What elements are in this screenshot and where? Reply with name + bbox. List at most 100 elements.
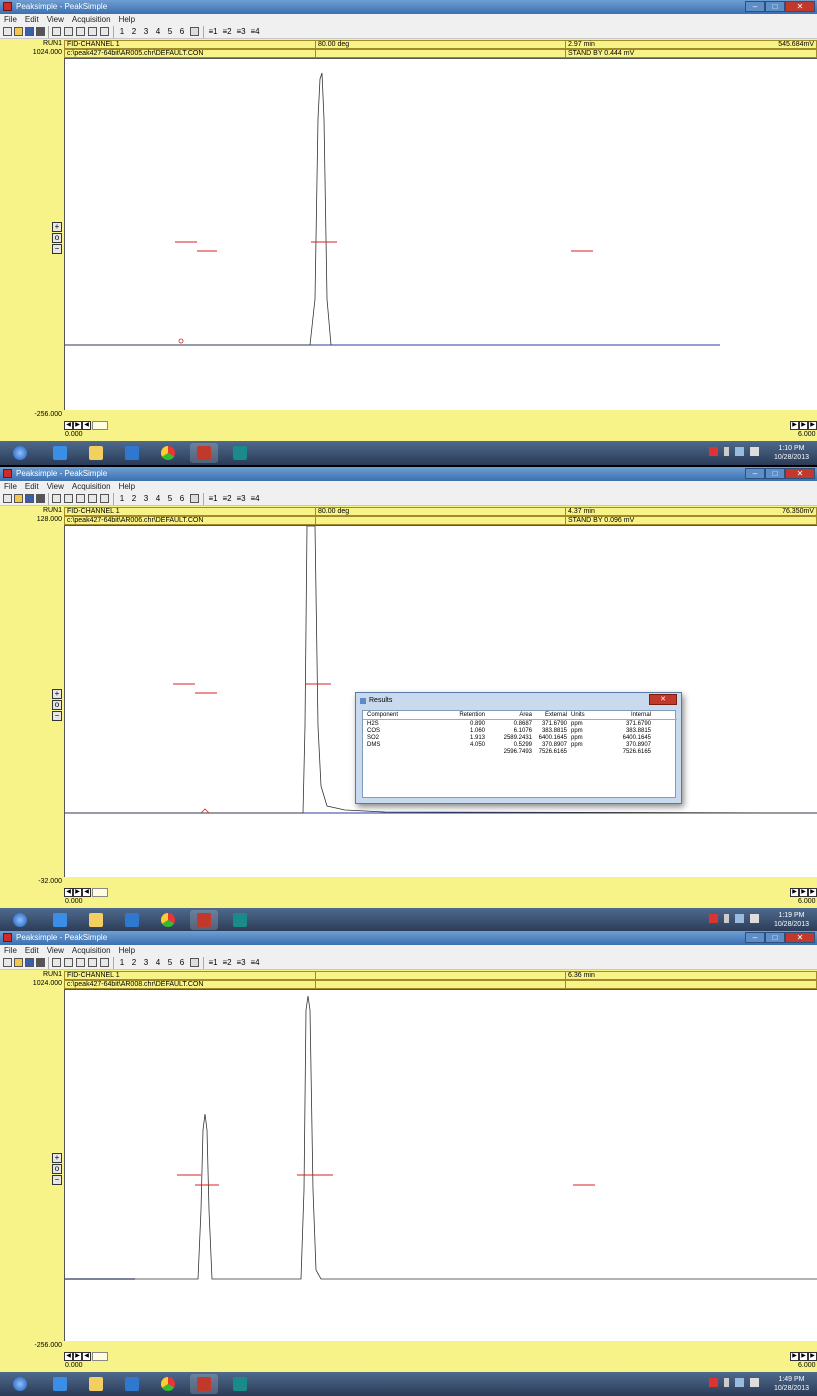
components-icon[interactable] bbox=[88, 958, 97, 967]
scroll-end2-icon[interactable]: ▶ bbox=[808, 421, 817, 430]
scroll-start-icon[interactable]: ◀ bbox=[64, 888, 73, 897]
scrollbar-thumb[interactable] bbox=[92, 421, 108, 430]
clock[interactable]: 1:19 PM 10/28/2013 bbox=[774, 911, 809, 929]
network-icon[interactable] bbox=[735, 447, 744, 456]
save-icon[interactable] bbox=[25, 27, 34, 36]
toolbar-number-3[interactable]: 3 bbox=[142, 494, 150, 504]
start-orb-icon[interactable] bbox=[6, 910, 34, 930]
channel-4-button[interactable]: ≡4 bbox=[250, 958, 260, 968]
toolbar-number-6[interactable]: 6 bbox=[178, 494, 186, 504]
start-orb-icon[interactable] bbox=[6, 1374, 34, 1394]
chromatogram-plot[interactable] bbox=[64, 989, 817, 1341]
toolbar-number-6[interactable]: 6 bbox=[178, 958, 186, 968]
open-folder-icon[interactable] bbox=[14, 494, 23, 503]
toolbar-number-4[interactable]: 4 bbox=[154, 27, 162, 37]
zoom-reset-icon[interactable]: o bbox=[52, 1164, 62, 1174]
toolbar-number-3[interactable]: 3 bbox=[142, 958, 150, 968]
menu-acquisition[interactable]: Acquisition bbox=[68, 14, 115, 24]
menu-edit[interactable]: Edit bbox=[21, 481, 43, 491]
zoom-in-icon[interactable]: + bbox=[52, 222, 62, 232]
scroll-forward-icon[interactable]: ▶ bbox=[790, 1352, 799, 1361]
toolbar-number-4[interactable]: 4 bbox=[154, 494, 162, 504]
explorer-icon[interactable] bbox=[82, 443, 110, 463]
toolbar-number-1[interactable]: 1 bbox=[118, 27, 126, 37]
ie-icon[interactable] bbox=[46, 910, 74, 930]
clock[interactable]: 1:10 PM 10/28/2013 bbox=[774, 444, 809, 462]
channel-2-button[interactable]: ≡2 bbox=[222, 494, 232, 504]
menu-edit[interactable]: Edit bbox=[21, 14, 43, 24]
toolbar-number-1[interactable]: 1 bbox=[118, 494, 126, 504]
results-table-icon[interactable] bbox=[76, 27, 85, 36]
open-folder-icon[interactable] bbox=[14, 958, 23, 967]
channel-4-button[interactable]: ≡4 bbox=[250, 494, 260, 504]
start-orb-icon[interactable] bbox=[6, 443, 34, 463]
maximize-icon[interactable]: □ bbox=[765, 932, 785, 943]
calibration-icon[interactable] bbox=[100, 27, 109, 36]
calibration-icon[interactable] bbox=[100, 958, 109, 967]
chromatogram-plot[interactable] bbox=[64, 58, 817, 410]
toolbar-number-6[interactable]: 6 bbox=[178, 27, 186, 37]
close-icon[interactable]: ✕ bbox=[785, 1, 815, 12]
peaksimple-icon[interactable] bbox=[190, 443, 218, 463]
channel-2-button[interactable]: ≡2 bbox=[222, 958, 232, 968]
scroll-play-icon[interactable]: ▶ bbox=[73, 888, 82, 897]
peaksimple-icon[interactable] bbox=[190, 910, 218, 930]
zoom-in-icon[interactable]: + bbox=[52, 1153, 62, 1163]
action-center-flag-icon[interactable] bbox=[709, 1378, 718, 1387]
new-file-icon[interactable] bbox=[3, 27, 12, 36]
scroll-end-icon[interactable]: ▶ bbox=[799, 421, 808, 430]
calibration-icon[interactable] bbox=[100, 494, 109, 503]
print-icon[interactable] bbox=[52, 958, 61, 967]
chrome-icon[interactable] bbox=[154, 910, 182, 930]
zoom-in-icon[interactable]: + bbox=[52, 689, 62, 699]
open-folder-icon[interactable] bbox=[14, 27, 23, 36]
peaksimple-icon[interactable] bbox=[190, 1374, 218, 1394]
volume-icon[interactable] bbox=[750, 914, 759, 923]
network-icon[interactable] bbox=[735, 1378, 744, 1387]
channel-2-button[interactable]: ≡2 bbox=[222, 27, 232, 37]
maximize-icon[interactable]: □ bbox=[765, 1, 785, 12]
toolbar-number-5[interactable]: 5 bbox=[166, 494, 174, 504]
results-dialog[interactable]: Results ✕ Component Retention Area Exter… bbox=[355, 692, 682, 804]
results-table-icon[interactable] bbox=[76, 494, 85, 503]
menu-help[interactable]: Help bbox=[115, 945, 139, 955]
toolbar-number-5[interactable]: 5 bbox=[166, 27, 174, 37]
show-hidden-icon[interactable] bbox=[724, 914, 729, 923]
results-close-icon[interactable]: ✕ bbox=[649, 694, 677, 705]
volume-icon[interactable] bbox=[750, 1378, 759, 1387]
print-setup-icon[interactable] bbox=[36, 494, 45, 503]
ie-icon[interactable] bbox=[46, 443, 74, 463]
scroll-back-icon[interactable]: ◀ bbox=[82, 888, 91, 897]
results-table-icon[interactable] bbox=[76, 958, 85, 967]
menu-file[interactable]: File bbox=[0, 945, 21, 955]
channel-1-button[interactable]: ≡1 bbox=[208, 27, 218, 37]
components-icon[interactable] bbox=[88, 27, 97, 36]
minimize-icon[interactable]: – bbox=[745, 932, 765, 943]
integration-icon[interactable] bbox=[64, 958, 73, 967]
scroll-end2-icon[interactable]: ▶ bbox=[808, 888, 817, 897]
minimize-icon[interactable]: – bbox=[745, 1, 765, 12]
channel-4-button[interactable]: ≡4 bbox=[250, 27, 260, 37]
chrome-icon[interactable] bbox=[154, 1374, 182, 1394]
action-center-flag-icon[interactable] bbox=[709, 914, 718, 923]
menu-file[interactable]: File bbox=[0, 481, 21, 491]
close-icon[interactable]: ✕ bbox=[785, 932, 815, 943]
scroll-start-icon[interactable]: ◀ bbox=[64, 421, 73, 430]
toolbar-number-5[interactable]: 5 bbox=[166, 958, 174, 968]
media-player-icon[interactable] bbox=[118, 1374, 146, 1394]
print-icon[interactable] bbox=[52, 27, 61, 36]
zoom-out-icon[interactable]: − bbox=[52, 1175, 62, 1185]
minimize-icon[interactable]: – bbox=[745, 468, 765, 479]
network-icon[interactable] bbox=[735, 914, 744, 923]
scrollbar-thumb[interactable] bbox=[92, 1352, 108, 1361]
publisher-icon[interactable] bbox=[226, 443, 254, 463]
media-player-icon[interactable] bbox=[118, 443, 146, 463]
action-center-flag-icon[interactable] bbox=[709, 447, 718, 456]
menu-acquisition[interactable]: Acquisition bbox=[68, 945, 115, 955]
clock[interactable]: 1:49 PM 10/28/2013 bbox=[774, 1375, 809, 1393]
scroll-play-icon[interactable]: ▶ bbox=[73, 421, 82, 430]
title-bar[interactable]: Peaksimple - PeakSimple – □ ✕ bbox=[0, 931, 817, 945]
menu-edit[interactable]: Edit bbox=[21, 945, 43, 955]
new-file-icon[interactable] bbox=[3, 958, 12, 967]
show-hidden-icon[interactable] bbox=[724, 447, 729, 456]
